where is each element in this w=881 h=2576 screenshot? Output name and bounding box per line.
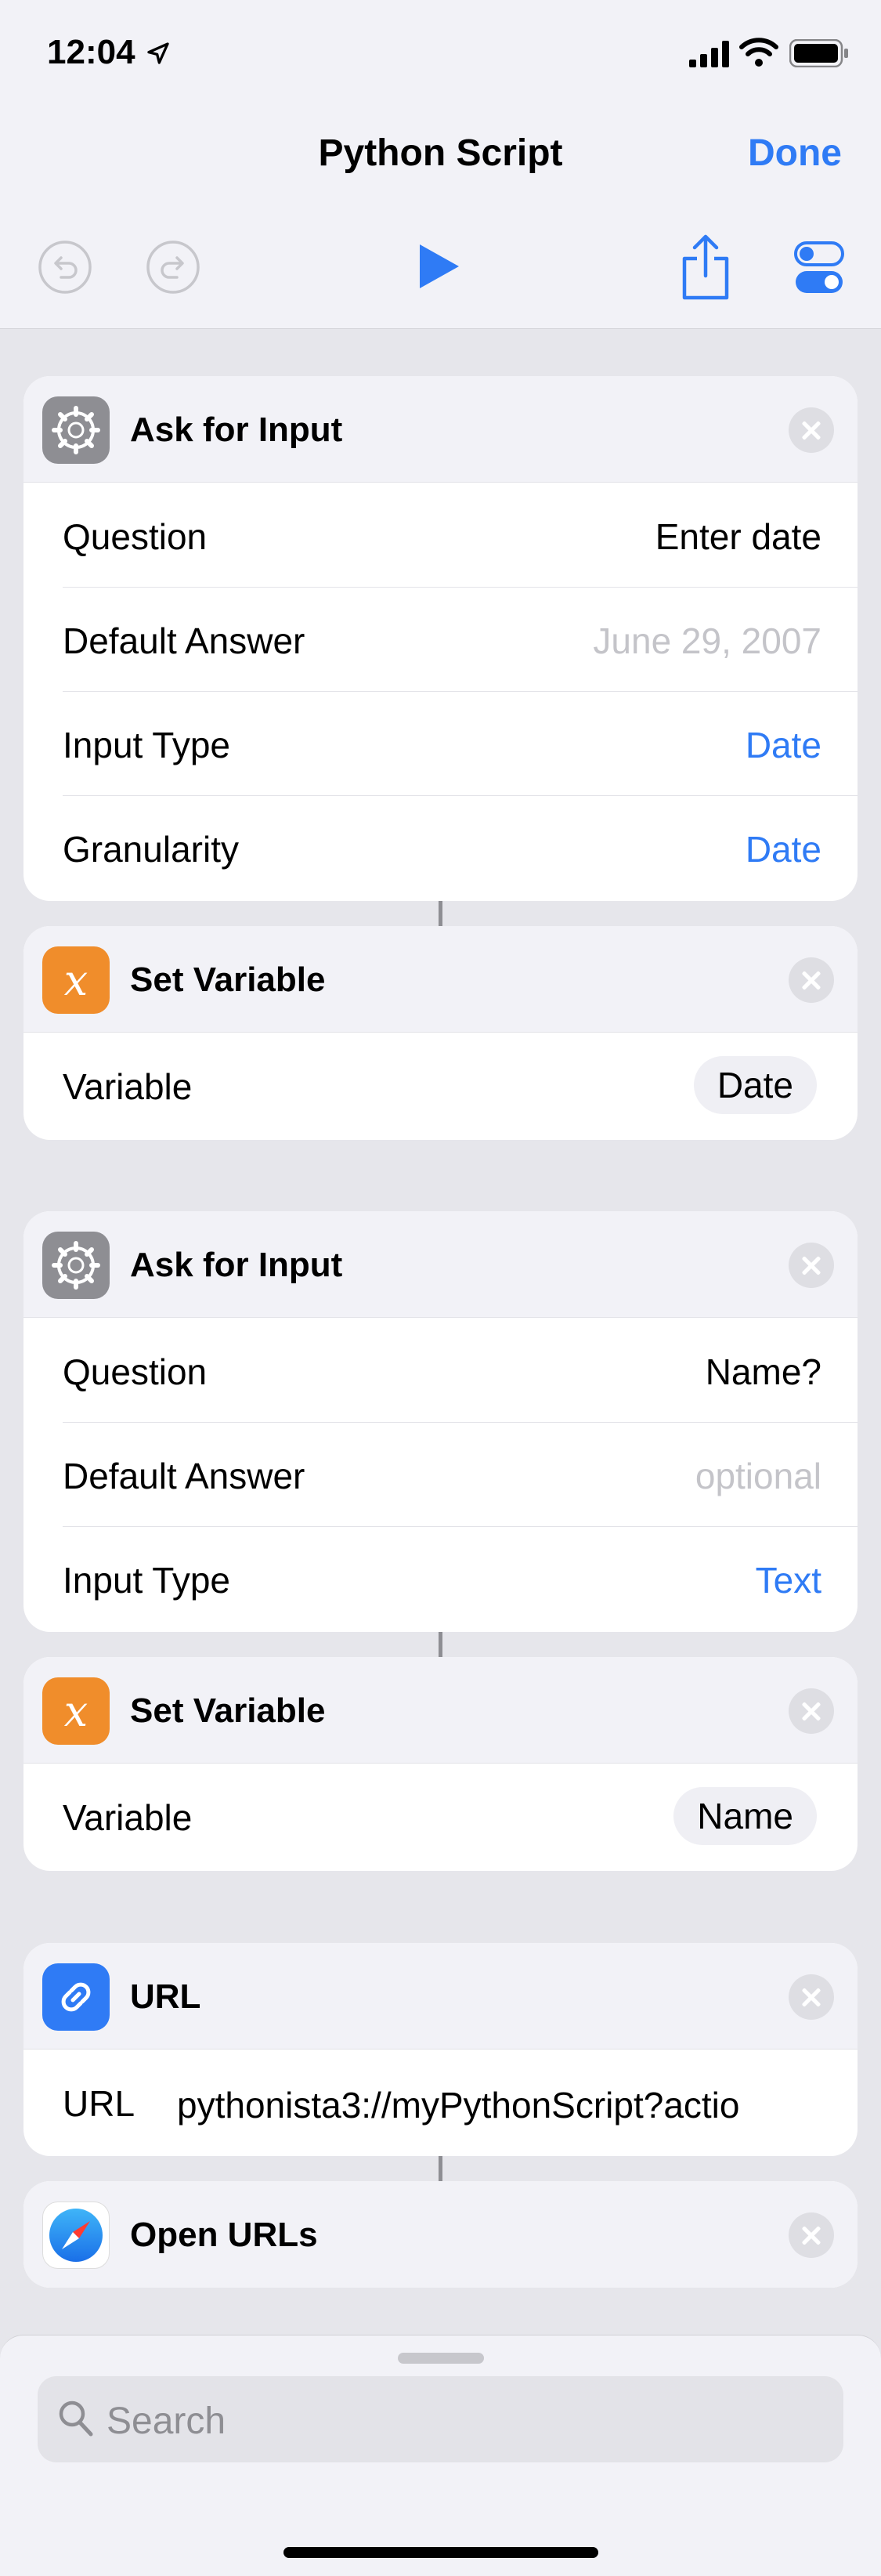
action-title: Set Variable	[130, 1691, 326, 1730]
param-label: Variable	[63, 1066, 193, 1107]
remove-action-icon[interactable]	[789, 957, 834, 1003]
search-placeholder: Search	[107, 2401, 226, 2442]
param-label: Variable	[63, 1797, 193, 1838]
link-icon	[42, 1963, 110, 2031]
safari-icon	[42, 2202, 110, 2269]
set-variable-action[interactable]: x Set Variable Variable Date	[23, 926, 858, 1140]
undo-icon[interactable]	[38, 240, 92, 295]
remove-action-icon[interactable]	[789, 2212, 834, 2258]
param-row[interactable]: Input Type Date	[23, 691, 858, 795]
action-header[interactable]: x Set Variable	[23, 926, 858, 1033]
param-label: Question	[63, 1351, 208, 1392]
cellular-signal-icon	[689, 41, 729, 67]
param-label: Granularity	[63, 829, 239, 870]
param-row[interactable]: Variable Date	[23, 1033, 858, 1137]
remove-action-icon[interactable]	[789, 1243, 834, 1288]
gear-icon	[42, 1232, 110, 1299]
param-label: Default Answer	[63, 1456, 305, 1496]
location-arrow-icon	[147, 42, 169, 64]
action-header[interactable]: x Set Variable	[23, 1657, 858, 1764]
set-variable-action[interactable]: x Set Variable Variable Name	[23, 1657, 858, 1871]
url-field[interactable]: pythonista3://myPythonScript?actio	[177, 2084, 850, 2126]
connector-line	[439, 901, 442, 926]
remove-action-icon[interactable]	[789, 1688, 834, 1734]
remove-action-icon[interactable]	[789, 407, 834, 453]
param-placeholder[interactable]: June 29, 2007	[593, 620, 821, 662]
ask-for-input-action[interactable]: Ask for Input Question Enter date Defaul…	[23, 376, 858, 901]
connector-line	[439, 1632, 442, 1657]
play-icon[interactable]	[415, 241, 462, 291]
open-urls-action[interactable]: Open URLs	[23, 2181, 858, 2288]
wifi-icon	[739, 38, 778, 67]
action-title: Ask for Input	[130, 1246, 343, 1284]
sheet-grabber[interactable]	[398, 2353, 484, 2364]
action-header[interactable]: Open URLs	[23, 2181, 858, 2288]
action-title: Ask for Input	[130, 411, 343, 449]
search-icon	[59, 2401, 93, 2437]
done-button[interactable]: Done	[748, 132, 842, 175]
share-icon[interactable]	[678, 232, 733, 302]
param-placeholder[interactable]: optional	[695, 1455, 821, 1497]
status-time: 12:04	[47, 33, 135, 71]
param-row[interactable]: Question Enter date	[23, 483, 858, 587]
param-row[interactable]: Default Answer optional	[23, 1422, 858, 1526]
variable-token[interactable]: Name	[673, 1787, 817, 1845]
param-label: URL	[63, 2083, 135, 2124]
action-header[interactable]: URL	[23, 1943, 858, 2050]
ask-for-input-action[interactable]: Ask for Input Question Name? Default Ans…	[23, 1211, 858, 1632]
param-row[interactable]: Input Type Text	[23, 1526, 858, 1630]
param-label: Input Type	[63, 725, 230, 765]
variable-token[interactable]: Date	[693, 1056, 817, 1114]
search-field[interactable]: Search	[38, 2376, 843, 2462]
param-label: Default Answer	[63, 620, 305, 661]
param-value[interactable]: Enter date	[655, 516, 821, 558]
param-value[interactable]: Date	[746, 724, 821, 766]
remove-action-icon[interactable]	[789, 1974, 834, 2020]
settings-toggles-icon[interactable]	[794, 241, 844, 295]
param-row[interactable]: URL pythonista3://myPythonScript?actio	[23, 2050, 858, 2154]
param-row[interactable]: Granularity Date	[23, 795, 858, 899]
actions-bottom-sheet[interactable]: Search	[0, 2335, 881, 2576]
url-action[interactable]: URL URL pythonista3://myPythonScript?act…	[23, 1943, 858, 2156]
action-header[interactable]: Ask for Input	[23, 376, 858, 483]
param-row[interactable]: Default Answer June 29, 2007	[23, 587, 858, 691]
gear-icon	[42, 396, 110, 464]
param-label: Input Type	[63, 1560, 230, 1601]
battery-icon	[789, 39, 848, 67]
param-value[interactable]: Name?	[706, 1351, 821, 1393]
home-indicator[interactable]	[283, 2547, 598, 2558]
param-label: Question	[63, 516, 208, 557]
param-value[interactable]: Date	[746, 828, 821, 870]
action-title: Set Variable	[130, 961, 326, 999]
param-row[interactable]: Variable Name	[23, 1764, 858, 1868]
param-value[interactable]: Text	[756, 1559, 821, 1601]
param-row[interactable]: Question Name?	[23, 1318, 858, 1422]
action-title: URL	[130, 1977, 201, 2016]
action-header[interactable]: Ask for Input	[23, 1211, 858, 1318]
top-bar: 12:04 Python Script Done	[0, 0, 881, 329]
variable-icon: x	[42, 1677, 110, 1745]
connector-line	[439, 2156, 442, 2181]
variable-icon: x	[42, 946, 110, 1014]
action-title: Open URLs	[130, 2216, 318, 2254]
redo-icon[interactable]	[146, 240, 200, 295]
